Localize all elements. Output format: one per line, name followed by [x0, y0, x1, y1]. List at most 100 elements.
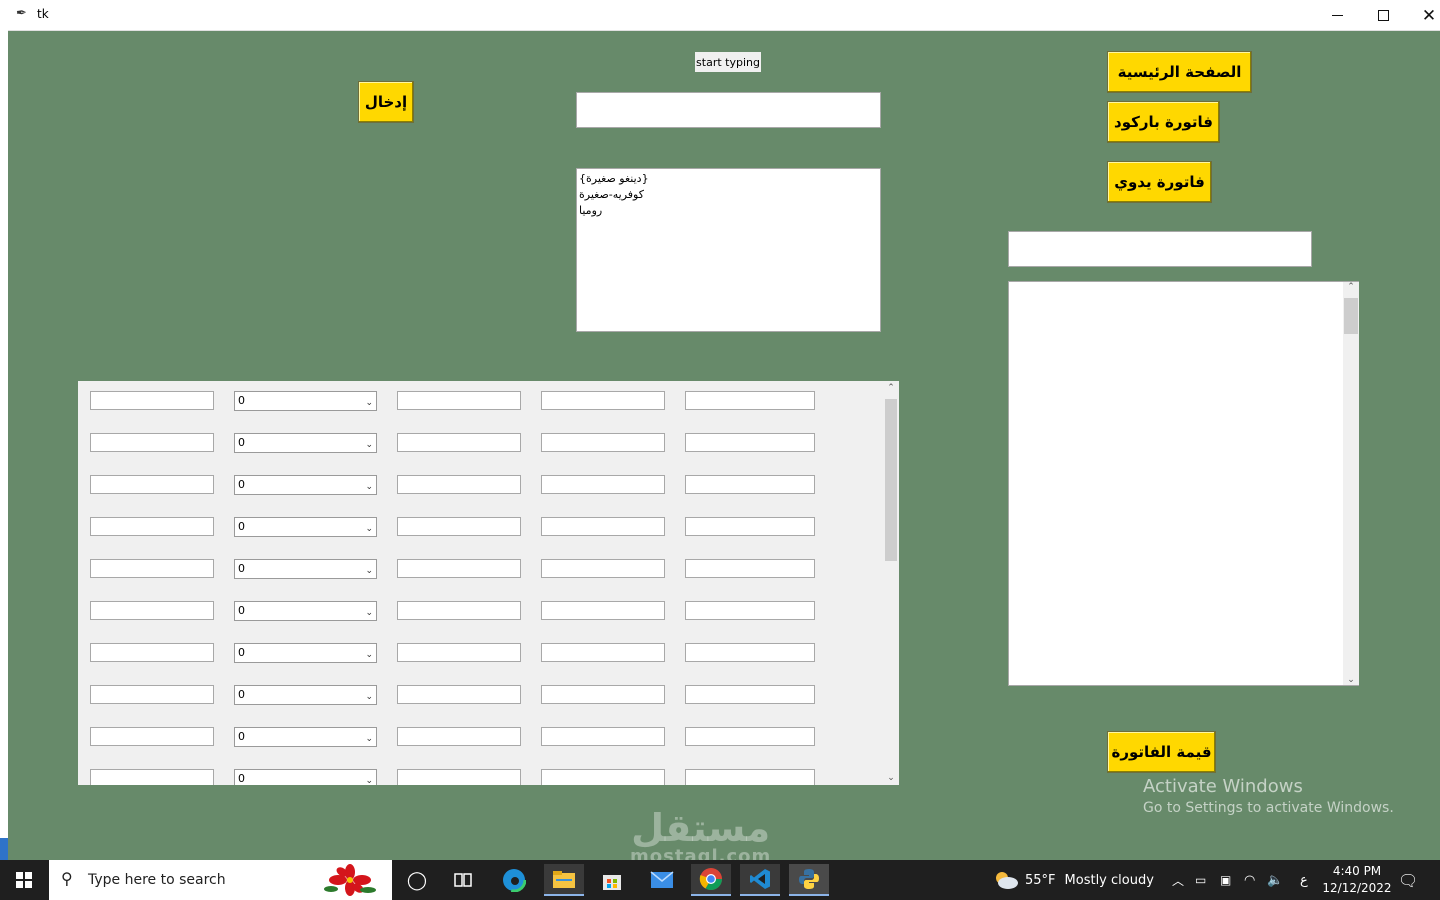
invoice-items-scrollbar[interactable]: ⌃ ⌄ — [1343, 282, 1359, 685]
close-button[interactable]: ✕ — [1406, 0, 1440, 31]
grid-discount-input[interactable] — [541, 517, 665, 536]
grid-qty-combobox[interactable]: 0 ⌄ — [234, 433, 377, 453]
chevron-down-icon[interactable]: ⌄ — [365, 436, 373, 454]
grid-total-input[interactable] — [685, 769, 815, 785]
grid-total-input[interactable] — [685, 643, 815, 662]
vscode-icon[interactable] — [740, 864, 780, 896]
taskbar-clock[interactable]: 4:40 PM 12/12/2022 — [1322, 863, 1392, 897]
grid-name-input[interactable] — [90, 559, 214, 578]
grid-name-input[interactable] — [90, 727, 214, 746]
search-input[interactable] — [576, 92, 881, 128]
grid-qty-combobox[interactable]: 0 ⌄ — [234, 727, 377, 747]
grid-qty-combobox[interactable]: 0 ⌄ — [234, 601, 377, 621]
wifi-icon[interactable]: ◠ — [1244, 860, 1255, 900]
mail-icon[interactable] — [642, 864, 682, 896]
grid-price-input[interactable] — [397, 769, 521, 785]
chevron-down-icon[interactable]: ⌄ — [365, 478, 373, 496]
grid-qty-combobox[interactable]: 0 ⌄ — [234, 685, 377, 705]
grid-discount-input[interactable] — [541, 391, 665, 410]
invoice-items-listbox[interactable]: ⌃ ⌄ — [1008, 281, 1359, 686]
grid-name-input[interactable] — [90, 643, 214, 662]
grid-name-input[interactable] — [90, 475, 214, 494]
grid-price-input[interactable] — [397, 643, 521, 662]
barcode-input[interactable] — [1008, 231, 1312, 267]
show-hidden-icons[interactable]: ︿ — [1172, 860, 1184, 900]
grid-total-input[interactable] — [685, 391, 815, 410]
meet-now-icon[interactable]: ▣ — [1220, 860, 1231, 900]
notifications-icon[interactable]: 🗨 — [1398, 860, 1418, 900]
insert-button[interactable]: إدخال — [358, 81, 414, 123]
grid-scroll-up-icon[interactable]: ⌃ — [883, 383, 899, 393]
grid-price-input[interactable] — [397, 685, 521, 704]
grid-qty-combobox[interactable]: 0 ⌄ — [234, 559, 377, 579]
scroll-thumb[interactable] — [1344, 298, 1358, 334]
chevron-down-icon[interactable]: ⌄ — [365, 604, 373, 622]
grid-total-input[interactable] — [685, 517, 815, 536]
start-button[interactable] — [0, 860, 48, 900]
scroll-down-icon[interactable]: ⌄ — [1343, 675, 1359, 685]
maximize-button[interactable] — [1360, 0, 1406, 31]
grid-qty-combobox[interactable]: 0 ⌄ — [234, 391, 377, 411]
taskbar-search[interactable]: ⚲ Type here to search — [49, 860, 392, 900]
grid-qty-combobox[interactable]: 0 ⌄ — [234, 769, 377, 785]
grid-scroll-thumb[interactable] — [885, 399, 897, 561]
chevron-down-icon[interactable]: ⌄ — [365, 394, 373, 412]
chevron-down-icon[interactable]: ⌄ — [365, 520, 373, 538]
cortana-icon[interactable]: ◯ — [397, 864, 437, 896]
task-view-icon[interactable] — [443, 864, 483, 896]
grid-total-input[interactable] — [685, 433, 815, 452]
grid-total-input[interactable] — [685, 685, 815, 704]
grid-name-input[interactable] — [90, 517, 214, 536]
battery-icon[interactable]: ▭ — [1195, 860, 1206, 900]
weather-widget[interactable]: 55°F Mostly cloudy — [993, 860, 1154, 900]
grid-name-input[interactable] — [90, 391, 214, 410]
grid-price-input[interactable] — [397, 727, 521, 746]
grid-name-input[interactable] — [90, 433, 214, 452]
manual-invoice-button[interactable]: فاتورة يدوي — [1107, 161, 1212, 203]
chevron-down-icon[interactable]: ⌄ — [365, 730, 373, 748]
grid-name-input[interactable] — [90, 601, 214, 620]
input-language[interactable]: ع — [1300, 860, 1308, 900]
home-button[interactable]: الصفحة الرئيسية — [1107, 51, 1252, 93]
scroll-up-icon[interactable]: ⌃ — [1343, 282, 1359, 292]
minimize-button[interactable] — [1314, 0, 1360, 31]
grid-discount-input[interactable] — [541, 727, 665, 746]
chevron-down-icon[interactable]: ⌄ — [365, 772, 373, 785]
grid-total-input[interactable] — [685, 601, 815, 620]
suggestions-listbox[interactable]: {دينغو صغيرة} كوفريه-صغيرة روميا — [576, 168, 881, 332]
edge-browser-icon[interactable] — [494, 864, 534, 896]
grid-discount-input[interactable] — [541, 559, 665, 578]
python-icon[interactable] — [789, 864, 829, 896]
grid-qty-combobox[interactable]: 0 ⌄ — [234, 475, 377, 495]
chrome-icon[interactable] — [691, 864, 731, 896]
chevron-down-icon[interactable]: ⌄ — [365, 562, 373, 580]
volume-icon[interactable]: 🔈 — [1267, 860, 1283, 900]
grid-price-input[interactable] — [397, 601, 521, 620]
suggestion-item[interactable]: كوفريه-صغيرة — [579, 187, 878, 203]
grid-total-input[interactable] — [685, 559, 815, 578]
grid-scroll-down-icon[interactable]: ⌄ — [883, 773, 899, 783]
grid-discount-input[interactable] — [541, 475, 665, 494]
barcode-invoice-button[interactable]: فاتورة باركود — [1107, 101, 1220, 143]
grid-discount-input[interactable] — [541, 769, 665, 785]
grid-name-input[interactable] — [90, 685, 214, 704]
grid-scrollbar[interactable]: ⌃ ⌄ — [883, 381, 899, 785]
microsoft-store-icon[interactable] — [592, 864, 632, 896]
grid-price-input[interactable] — [397, 517, 521, 536]
grid-discount-input[interactable] — [541, 643, 665, 662]
grid-discount-input[interactable] — [541, 685, 665, 704]
suggestion-item[interactable]: روميا — [579, 203, 878, 219]
grid-price-input[interactable] — [397, 433, 521, 452]
suggestion-item[interactable]: {دينغو صغيرة} — [579, 171, 878, 187]
file-explorer-icon[interactable] — [544, 864, 584, 896]
grid-name-input[interactable] — [90, 769, 214, 785]
grid-discount-input[interactable] — [541, 433, 665, 452]
grid-total-input[interactable] — [685, 475, 815, 494]
grid-price-input[interactable] — [397, 559, 521, 578]
grid-qty-combobox[interactable]: 0 ⌄ — [234, 517, 377, 537]
chevron-down-icon[interactable]: ⌄ — [365, 646, 373, 664]
invoice-value-button[interactable]: قيمة الفاتورة — [1107, 731, 1216, 773]
grid-qty-combobox[interactable]: 0 ⌄ — [234, 643, 377, 663]
chevron-down-icon[interactable]: ⌄ — [365, 688, 373, 706]
grid-price-input[interactable] — [397, 391, 521, 410]
